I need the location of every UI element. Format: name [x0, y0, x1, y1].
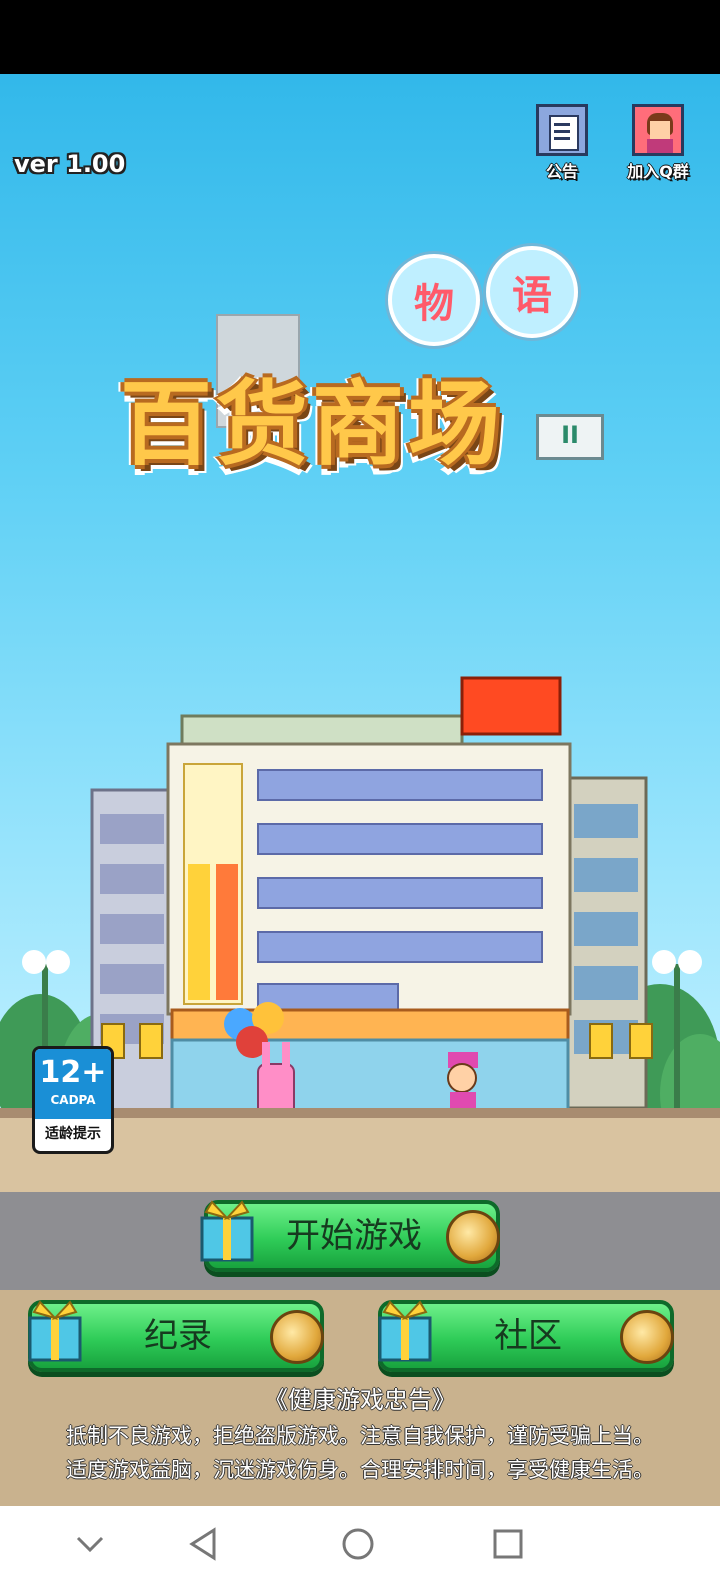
back-icon[interactable] — [184, 1524, 224, 1564]
health-notice-title: 《健康游戏忠告》 — [264, 1386, 456, 1414]
coin-icon — [620, 1310, 674, 1364]
game-logo: 物 语 百货商场 II — [96, 246, 626, 490]
health-notice-line-1: 抵制不良游戏，拒绝盗版游戏。注意自我保护，谨防受骗上当。 — [66, 1424, 654, 1448]
start-game-label: 开始游戏 — [286, 1216, 422, 1256]
logo-badge: II — [536, 414, 604, 460]
coin-icon — [270, 1310, 324, 1364]
coin-icon — [446, 1210, 500, 1264]
character-portrait-icon — [632, 104, 684, 156]
gift-box-icon — [28, 1300, 82, 1362]
recents-icon[interactable] — [488, 1524, 528, 1564]
records-label: 纪录 — [144, 1316, 212, 1356]
home-icon[interactable] — [338, 1524, 378, 1564]
community-label: 社区 — [494, 1316, 562, 1356]
records-button[interactable]: 纪录 — [28, 1300, 324, 1372]
notice-label: 公告 — [545, 162, 578, 181]
version-label: ver 1.00 — [14, 150, 126, 178]
game-title-screen: ver 1.00 公告 加入Q群 物 语 百货商场 II 12+ CADPA 适… — [0, 74, 720, 1506]
store-roof — [180, 714, 464, 748]
age-rating-caption: 适龄提示 — [45, 1126, 101, 1142]
age-rating-value: 12+ — [39, 1055, 107, 1090]
gift-box-icon — [378, 1300, 432, 1362]
join-qq-group-label: 加入Q群 — [627, 162, 689, 181]
logo-bubble-2: 语 — [486, 246, 578, 338]
health-notice-line-2: 适度游戏益脑，沉迷游戏伤身。合理安排时间，享受健康生活。 — [66, 1458, 654, 1482]
system-navigation-bar — [0, 1506, 720, 1584]
community-button[interactable]: 社区 — [378, 1300, 674, 1372]
chevron-down-icon[interactable] — [70, 1524, 110, 1564]
notice-button[interactable]: 公告 — [530, 104, 594, 182]
store-sign — [460, 676, 562, 736]
start-game-button[interactable]: 开始游戏 — [200, 1200, 500, 1272]
document-icon — [536, 104, 588, 156]
logo-title: 百货商场 — [120, 371, 505, 478]
status-bar — [0, 0, 720, 74]
gift-box-icon — [200, 1200, 254, 1262]
join-qq-group-button[interactable]: 加入Q群 — [626, 104, 690, 182]
age-rating-org: CADPA — [50, 1093, 96, 1107]
age-rating-badge: 12+ CADPA 适龄提示 — [32, 1046, 114, 1154]
logo-bubble-1: 物 — [388, 254, 480, 346]
